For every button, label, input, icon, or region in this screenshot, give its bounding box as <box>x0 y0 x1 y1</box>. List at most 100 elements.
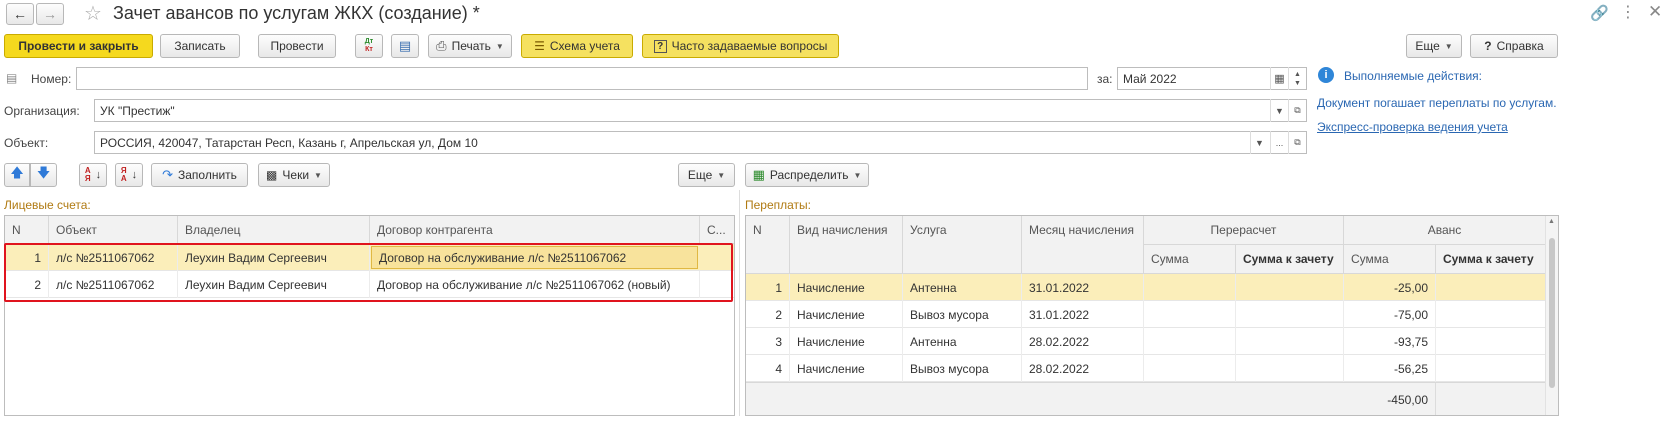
back-button[interactable]: ← <box>6 3 34 25</box>
calendar-icon[interactable]: ▦ <box>1270 67 1288 90</box>
row-month: 31.01.2022 <box>1022 274 1144 301</box>
row-advance-sum: -25,00 <box>1344 274 1436 301</box>
comment-icon[interactable]: ▤ <box>6 71 17 85</box>
help-button[interactable]: ? Справка <box>1470 34 1558 58</box>
col-owner[interactable]: Владелец <box>178 216 370 244</box>
col-service[interactable]: Услуга <box>903 216 1022 274</box>
structure-button[interactable]: ▤ <box>391 34 419 58</box>
col-advance[interactable]: Аванс <box>1344 216 1546 245</box>
star-icon[interactable]: ☆ <box>84 1 102 26</box>
col-advance-sum-offset[interactable]: Сумма к зачету <box>1436 245 1546 274</box>
overpayments-section-label: Переплаты: <box>745 198 812 212</box>
move-up-button[interactable]: 🡅 <box>4 163 30 187</box>
express-check-link[interactable]: Экспресс-проверка ведения учета <box>1317 120 1508 134</box>
number-label: Номер: <box>31 72 72 86</box>
row-advance-offset <box>1436 328 1546 355</box>
row-recalc-sum <box>1144 301 1236 328</box>
row-advance-offset <box>1436 274 1546 301</box>
table-row[interactable]: 1 Начисление Антенна 31.01.2022 -25,00 <box>746 274 1546 301</box>
row-service: Вывоз мусора <box>903 301 1022 328</box>
total-row: -450,00 <box>746 382 1545 415</box>
open-icon[interactable]: ⧉ <box>1288 99 1306 122</box>
organization-field[interactable]: УК "Престиж" ▼ ⧉ <box>94 99 1307 122</box>
row-kind: Начисление <box>790 301 903 328</box>
sort-desc-button[interactable]: Я А ↓ <box>115 163 143 187</box>
table-row[interactable]: 2 Начисление Вывоз мусора 31.01.2022 -75… <box>746 301 1546 328</box>
period-field[interactable]: Май 2022 ▦ ▲ ▼ <box>1117 67 1307 90</box>
menu-dots-icon[interactable]: ⋮ <box>1620 2 1636 22</box>
row-kind: Начисление <box>790 328 903 355</box>
row-advance-offset <box>1436 355 1546 382</box>
row-number: 2 <box>746 301 790 328</box>
col-recalc-sum-offset[interactable]: Сумма к зачету <box>1236 245 1344 274</box>
total-advance-sum: -450,00 <box>1344 383 1436 415</box>
table-row[interactable]: 4 Начисление Вывоз мусора 28.02.2022 -56… <box>746 355 1546 382</box>
row-recalc-offset <box>1236 274 1344 301</box>
col-n[interactable]: N <box>5 216 49 244</box>
organization-label: Организация: <box>4 104 80 118</box>
number-field[interactable] <box>76 67 1088 90</box>
post-button[interactable]: Провести <box>258 34 336 58</box>
select-icon[interactable]: ... <box>1270 131 1288 154</box>
col-month[interactable]: Месяц начисления <box>1022 216 1144 274</box>
window-title: Зачет авансов по услугам ЖКХ (создание) … <box>113 3 480 23</box>
checks-button[interactable]: ▩ Чеки ▼ <box>258 163 330 187</box>
post-and-close-button[interactable]: Провести и закрыть <box>4 34 153 58</box>
row-recalc-sum <box>1144 274 1236 301</box>
object-label: Объект: <box>4 136 49 150</box>
col-object[interactable]: Объект <box>49 216 178 244</box>
forward-button[interactable]: → <box>36 3 64 25</box>
col-recalc-sum[interactable]: Сумма <box>1144 245 1236 274</box>
col-contract[interactable]: Договор контрагента <box>370 216 700 244</box>
scroll-up-icon[interactable]: ▲ <box>1548 218 1555 225</box>
scroll-thumb[interactable] <box>1549 238 1555 388</box>
sort-desc-icon: ЯА <box>120 166 127 183</box>
row-kind: Начисление <box>790 274 903 301</box>
print-button[interactable]: ⎙ Печать ▼ <box>428 34 512 58</box>
arrow-up-icon: 🡅 <box>10 165 24 180</box>
col-advance-sum[interactable]: Сумма <box>1344 245 1436 274</box>
col-s[interactable]: С... <box>700 216 734 244</box>
printer-icon: ⎙ <box>436 38 447 53</box>
col-kind[interactable]: Вид начисления <box>790 216 903 274</box>
row-number: 3 <box>746 328 790 355</box>
faq-button[interactable]: ? Часто задаваемые вопросы <box>642 34 839 58</box>
row-month: 28.02.2022 <box>1022 328 1144 355</box>
overpayments-table[interactable]: N Вид начисления Услуга Месяц начисления… <box>745 215 1559 416</box>
question-icon: ? <box>653 39 667 53</box>
scheme-icon: ☰ <box>534 39 545 53</box>
actions-link[interactable]: Выполняемые действия: <box>1344 69 1482 83</box>
sort-asc-button[interactable]: А Я ↓ <box>79 163 107 187</box>
col-recalc[interactable]: Перерасчет <box>1144 216 1344 245</box>
organization-value: УК "Престиж" <box>100 103 175 118</box>
row-advance-offset <box>1436 301 1546 328</box>
row-kind: Начисление <box>790 355 903 382</box>
close-icon[interactable]: ✕ <box>1648 2 1662 22</box>
row-service: Антенна <box>903 274 1022 301</box>
spin-stepper[interactable]: ▲ ▼ <box>1288 67 1306 90</box>
object-field[interactable]: РОССИЯ, 420047, Татарстан Респ, Казань г… <box>94 131 1307 154</box>
open-icon[interactable]: ⧉ <box>1288 131 1306 154</box>
accounting-scheme-button[interactable]: ☰ Схема учета <box>521 34 633 58</box>
more-button[interactable]: Еще ▼ <box>1406 34 1462 58</box>
move-down-button[interactable]: 🡇 <box>30 163 57 187</box>
row-month: 31.01.2022 <box>1022 301 1144 328</box>
fill-icon: ↷ <box>162 167 173 182</box>
dropdown-icon[interactable]: ▼ <box>1250 131 1268 154</box>
row-service: Антенна <box>903 328 1022 355</box>
dropdown-icon[interactable]: ▼ <box>1270 99 1288 122</box>
table-row[interactable]: 3 Начисление Антенна 28.02.2022 -93,75 <box>746 328 1546 355</box>
left-more-button[interactable]: Еще ▼ <box>678 163 735 187</box>
splitter[interactable] <box>739 190 740 416</box>
row-month: 28.02.2022 <box>1022 355 1144 382</box>
cash-register-icon: ▩ <box>266 168 278 182</box>
save-button[interactable]: Записать <box>160 34 240 58</box>
link-icon[interactable]: 🔗 <box>1590 4 1609 22</box>
row-recalc-sum <box>1144 328 1236 355</box>
row-advance-sum: -93,75 <box>1344 328 1436 355</box>
scrollbar[interactable]: ▲ <box>1545 216 1558 415</box>
fill-button[interactable]: ↷ Заполнить <box>151 163 248 187</box>
dtkt-button[interactable]: Дт Кт <box>355 34 383 58</box>
col-n[interactable]: N <box>746 216 790 274</box>
distribute-button[interactable]: ▦ Распределить ▼ <box>745 163 869 187</box>
